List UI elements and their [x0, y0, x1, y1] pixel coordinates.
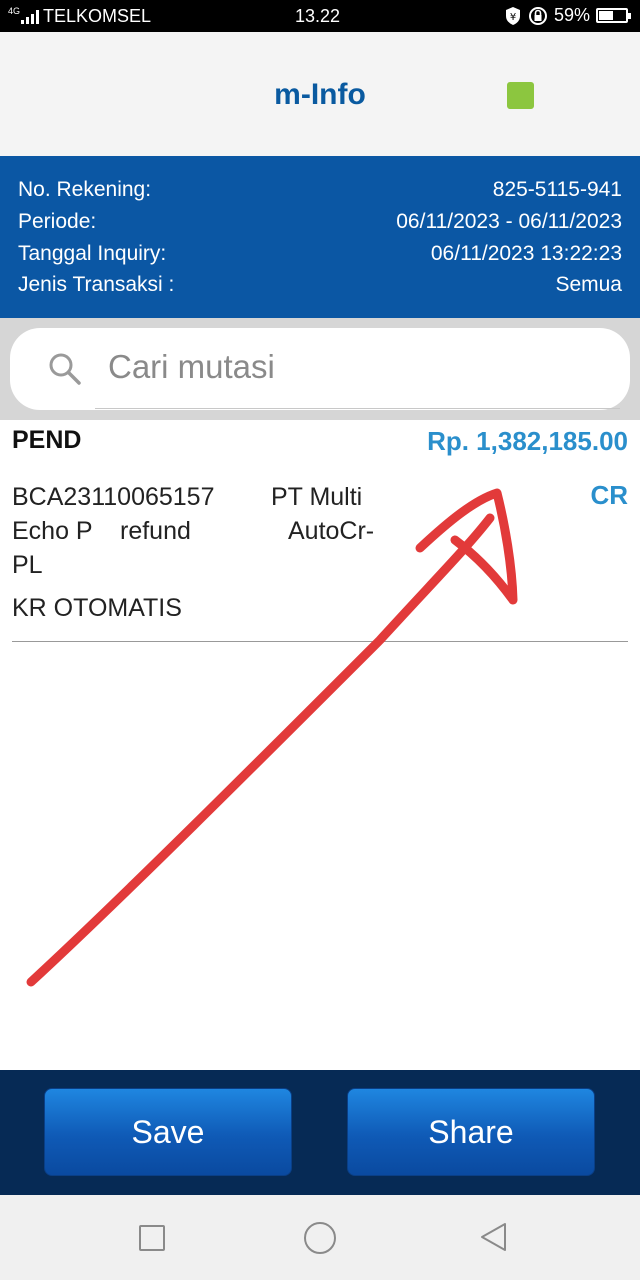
page-title: m-Info: [274, 78, 366, 111]
desc-method-cont: PL: [12, 551, 43, 579]
info-label: Jenis Transaksi :: [18, 273, 175, 296]
desc-company: PT Multi: [271, 483, 363, 511]
transaction-list: PEND Rp. 1,382,185.00 BCA23110065157 PT …: [0, 420, 640, 1070]
search-placeholder: Cari mutasi: [108, 348, 275, 385]
desc-note: refund: [120, 517, 191, 545]
nav-back-icon[interactable]: [478, 1221, 508, 1253]
nav-home-icon[interactable]: [304, 1222, 336, 1254]
transaction-channel: KR OTOMATIS: [12, 594, 182, 622]
info-value: Semua: [555, 273, 622, 296]
info-label: No. Rekening:: [18, 178, 152, 201]
status-left: 4G TELKOMSEL: [8, 6, 151, 27]
network-type: 4G: [8, 5, 21, 16]
battery-icon: [596, 8, 631, 23]
clock: 13.22: [295, 6, 341, 26]
signal-icon: [21, 9, 40, 24]
search-bar-container: Cari mutasi: [0, 318, 640, 420]
desc-company-cont: Echo P: [12, 517, 93, 545]
account-info-panel: No. Rekening: 825-5115-941 Periode: 06/1…: [0, 156, 640, 318]
info-row-transaction-type: Jenis Transaksi : Semua: [18, 273, 622, 297]
info-label: Tanggal Inquiry:: [18, 242, 167, 265]
nav-recents-icon[interactable]: [139, 1225, 165, 1251]
shield-icon: ¥: [505, 6, 520, 25]
info-label: Periode:: [18, 210, 97, 233]
svg-text:¥: ¥: [510, 12, 516, 23]
status-right: ¥ 59%: [504, 5, 631, 26]
status-indicator: [507, 82, 534, 109]
battery-percent: 59%: [553, 5, 590, 25]
app-header: m-Info: [0, 32, 640, 156]
info-value: 06/11/2023 13:22:23: [430, 242, 622, 265]
info-value: 06/11/2023 - 06/11/2023: [396, 210, 622, 233]
system-nav-bar: [0, 1195, 640, 1280]
search-underline: [95, 408, 620, 409]
transaction-status: PEND: [12, 426, 82, 454]
carrier-name: TELKOMSEL: [43, 6, 152, 26]
save-button[interactable]: Save: [44, 1088, 292, 1176]
info-row-inquiry-date: Tanggal Inquiry: 06/11/2023 13:22:23: [18, 242, 622, 266]
info-row-period: Periode: 06/11/2023 - 06/11/2023: [18, 210, 622, 234]
lock-rotation-icon: [528, 6, 547, 25]
desc-reference: BCA23110065157: [12, 483, 215, 511]
search-icon: [49, 353, 81, 385]
info-row-account: No. Rekening: 825-5115-941: [18, 178, 622, 202]
transaction-type: CR: [590, 480, 628, 510]
desc-method: AutoCr-: [288, 517, 375, 545]
action-footer: Save Share: [0, 1070, 640, 1195]
status-bar: 4G TELKOMSEL 13.22 ¥ 59%: [0, 0, 640, 32]
row-divider: [12, 641, 628, 642]
share-button[interactable]: Share: [347, 1088, 595, 1176]
transaction-amount: Rp. 1,382,185.00: [427, 426, 628, 456]
search-input[interactable]: Cari mutasi: [10, 328, 630, 410]
info-value: 825-5115-941: [492, 178, 622, 201]
